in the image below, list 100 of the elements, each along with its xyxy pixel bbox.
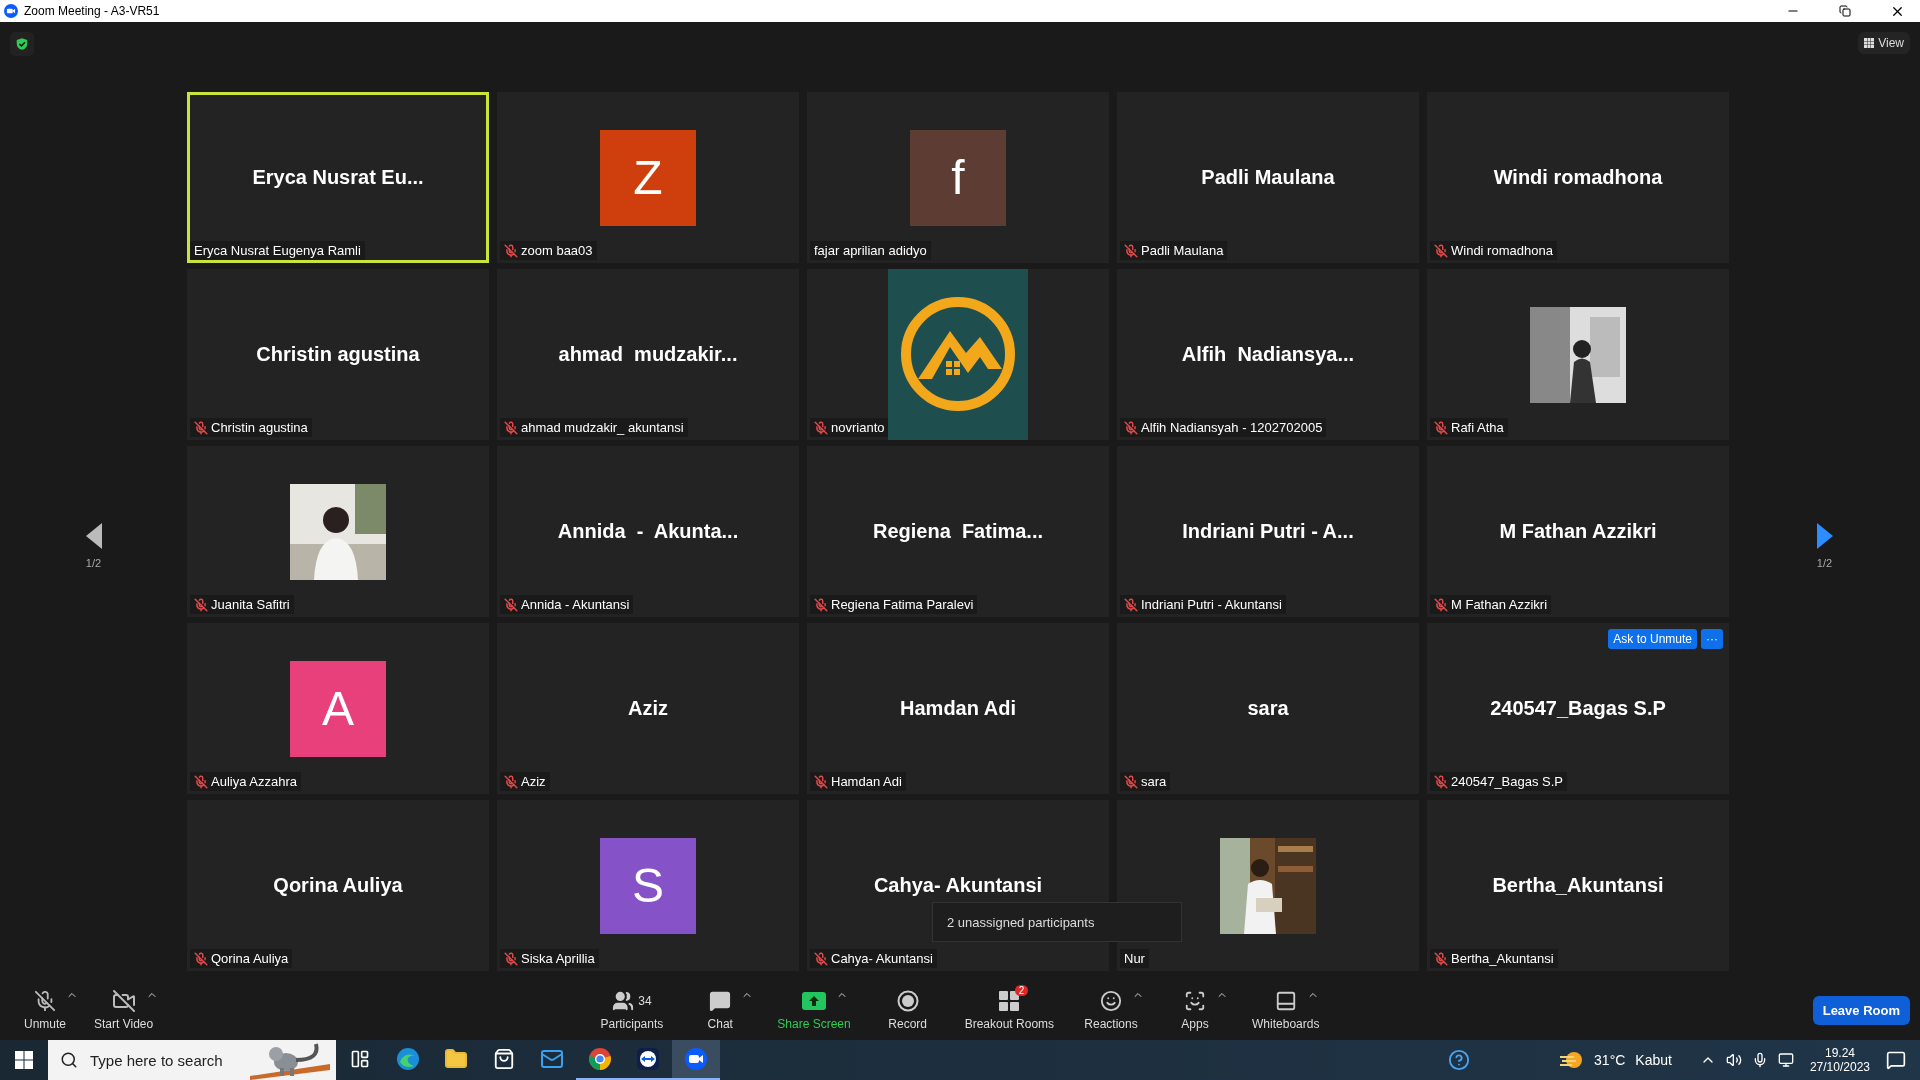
participant-label: 240547_Bagas S.P [1451, 774, 1564, 789]
toolbar-button[interactable]: 34 Participants [592, 987, 672, 1033]
page-indicator: 1/2 [85, 556, 102, 569]
restore-icon[interactable] [1839, 5, 1851, 17]
participant-name: Cahya- Akuntansi [873, 874, 1043, 897]
participant-name: Padli Maulana [1201, 166, 1335, 189]
zoom-app-icon [684, 1047, 708, 1071]
search-icon [60, 1051, 78, 1069]
participant-label: Qorina Auliya [211, 951, 289, 966]
video-off-icon [111, 989, 136, 1013]
grid-icon [1864, 38, 1875, 48]
avatar: Z [600, 129, 696, 226]
participant-label: ahmad mudzakir_ akuntansi [521, 420, 684, 435]
muted-mic-icon [504, 951, 518, 966]
view-button[interactable]: View [1858, 32, 1910, 54]
more-button[interactable]: ··· [1701, 629, 1723, 649]
participant-name: Eryca Nusrat Eu... [252, 166, 424, 189]
help-icon[interactable] [1448, 1049, 1471, 1071]
participant-name: Christin agustina [256, 343, 420, 366]
participant-count: 34 [638, 994, 652, 1008]
participant-name: Qorina Auliya [273, 874, 403, 897]
toolbar-button[interactable]: Record [872, 987, 943, 1033]
toolbar-button[interactable]: Reactions [1076, 987, 1147, 1033]
remote-desktop-icon [636, 1047, 660, 1071]
toolbar-button[interactable]: Chat [685, 987, 756, 1033]
taskbar-app[interactable] [672, 1040, 720, 1080]
search-input[interactable]: Type here to search [88, 1050, 248, 1070]
muted-mic-icon [1434, 420, 1448, 435]
muted-mic-icon [814, 597, 828, 612]
next-page-icon[interactable] [1816, 522, 1833, 549]
task-view-icon [350, 1049, 370, 1069]
participant-label: Annida - Akuntansi [521, 597, 630, 612]
muted-mic-icon [1434, 951, 1448, 966]
participant-name: Hamdan Adi [900, 697, 1016, 720]
muted-mic-icon [194, 420, 208, 435]
participants-icon [612, 990, 635, 1012]
whiteboard-icon [1274, 990, 1297, 1012]
avatar: S [600, 837, 696, 934]
participant-label: fajar aprilian adidyo [814, 243, 927, 258]
participant-name: Aziz [628, 697, 668, 720]
participant-label: zoom baa03 [521, 243, 593, 258]
ask-to-unmute-button[interactable]: Ask to Unmute [1608, 629, 1697, 649]
muted-mic-icon [1434, 597, 1448, 612]
network-icon[interactable] [1777, 1052, 1794, 1068]
participant-name: 240547_Bagas S.P [1490, 697, 1666, 720]
participant-name: Windi romadhona [1493, 166, 1663, 189]
participant-label: Aziz [521, 774, 546, 789]
avatar: A [290, 660, 386, 757]
toolbar-button[interactable]: Share Screen [769, 987, 859, 1033]
muted-mic-icon [1124, 597, 1138, 612]
previous-page-icon[interactable] [85, 522, 102, 549]
participant-name: Regiena Fatima... [872, 520, 1044, 543]
apps-icon [1184, 990, 1207, 1012]
participant-label: Christin agustina [211, 420, 308, 435]
toolbar-button[interactable]: Start Video [86, 987, 162, 1033]
search-bar[interactable]: Type here to search [48, 1040, 336, 1080]
notifications-icon[interactable] [1886, 1050, 1906, 1070]
weather-icon [1560, 1050, 1585, 1070]
share-screen-icon [801, 992, 826, 1010]
notification-badge: 2 [1014, 985, 1029, 996]
toolbar-button[interactable]: 2 Breakout Rooms [956, 987, 1063, 1033]
toolbar-button[interactable]: Unmute [10, 987, 80, 1033]
temperature: 31°C [1594, 1052, 1626, 1068]
windows-logo-icon[interactable] [15, 1051, 33, 1069]
leave-room-button[interactable]: Leave Room [1812, 995, 1910, 1025]
participant-label: Auliya Azzahra [211, 774, 297, 789]
muted-mic-icon [504, 243, 518, 258]
participant-name: Bertha_Akuntansi [1492, 874, 1664, 897]
participant-label: Padli Maulana [1141, 243, 1224, 258]
chrome-icon [588, 1047, 612, 1071]
participant-label: Windi romadhona [1451, 243, 1553, 258]
folder-icon [444, 1047, 468, 1071]
clock[interactable]: 19.24 27/10/2023 [1809, 1046, 1870, 1074]
participant-label: Siska Aprillia [521, 951, 595, 966]
participant-name: sara [1247, 697, 1289, 720]
toolbar-button[interactable]: Whiteboards [1244, 987, 1328, 1033]
participant-label: Bertha_Akuntansi [1451, 951, 1554, 966]
muted-mic-icon [504, 597, 518, 612]
window-title: Zoom Meeting - A3-VR51 [24, 4, 161, 18]
participant-label: Regiena Fatima Paralevi [831, 597, 974, 612]
chat-icon [709, 990, 732, 1012]
muted-mic-icon [194, 774, 208, 789]
muted-mic-icon [1434, 774, 1448, 789]
reactions-icon [1100, 990, 1123, 1012]
volume-icon[interactable] [1725, 1052, 1742, 1068]
participant-label: Indriani Putri - Akuntansi [1141, 597, 1282, 612]
time: 19.24 [1824, 1046, 1855, 1060]
toolbar-button[interactable]: Apps [1160, 987, 1231, 1033]
participant-label: Nur [1124, 951, 1145, 966]
muted-mic-icon [814, 951, 828, 966]
date: 27/10/2023 [1809, 1060, 1870, 1074]
browser-icon [396, 1047, 420, 1071]
muted-mic-icon [194, 951, 208, 966]
participant-label: Alfih Nadiansyah - 1202702005 [1141, 420, 1323, 435]
participant-label: M Fathan Azzikri [1451, 597, 1548, 612]
breakout-rooms-icon [998, 990, 1021, 1012]
participant-name: M Fathan Azzikri [1499, 520, 1657, 543]
security-shield-icon [10, 32, 34, 56]
participant-name: Annida - Akunta... [557, 520, 739, 543]
muted-mic-icon [1434, 243, 1448, 258]
